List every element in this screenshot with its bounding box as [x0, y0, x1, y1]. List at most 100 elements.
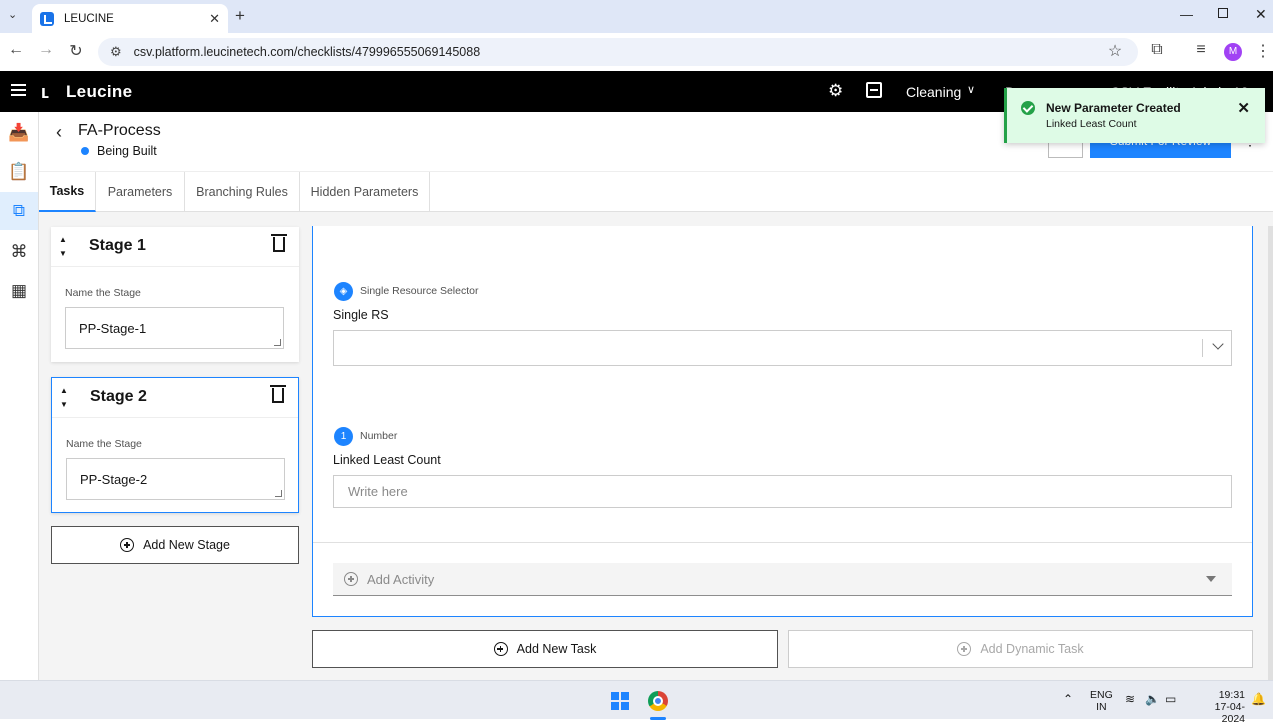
stage-name-input[interactable]: PP-Stage-1 — [65, 307, 284, 349]
select-divider — [1202, 339, 1203, 357]
browser-menu-icon[interactable]: ⋮ — [1252, 41, 1273, 61]
language-indicator[interactable]: ENG IN — [1090, 689, 1113, 713]
url-text: csv.platform.leucinetech.com/checklists/… — [133, 45, 481, 59]
add-new-task-label: Add New Task — [516, 642, 597, 656]
parameter-name: Linked Least Count — [333, 453, 441, 467]
add-circle-icon — [493, 642, 508, 656]
process-tabs: Tasks Parameters Branching Rules Hidden … — [39, 171, 1273, 212]
tab-parameters[interactable]: Parameters — [96, 172, 185, 212]
single-resource-select[interactable] — [333, 330, 1232, 366]
leucine-logo-icon: ʟ — [41, 82, 50, 102]
site-info-icon[interactable]: ⚙ — [110, 44, 122, 60]
battery-icon[interactable]: ▭ — [1165, 693, 1176, 705]
stage-card[interactable]: ▲ ▼ Stage 2 Name the Stage PP-Stage-2 — [51, 377, 299, 513]
success-toast: New Parameter Created Linked Least Count… — [1004, 88, 1265, 143]
parameter-type-label: Single Resource Selector — [360, 285, 479, 297]
stage-header: ▲ ▼ Stage 1 — [51, 227, 299, 267]
windows-start-icon[interactable] — [611, 692, 629, 710]
reload-icon[interactable]: ↻ — [65, 41, 87, 61]
settings-gear-icon[interactable]: ⚙ — [828, 81, 843, 101]
media-control-icon[interactable]: ≡ — [1190, 41, 1212, 59]
browser-tab-bar: ⌄ LEUCINE ✕ + — ✕ — [0, 0, 1273, 33]
tab-branching-rules[interactable]: Branching Rules — [185, 172, 300, 212]
back-chevron-icon[interactable]: ‹ — [56, 122, 62, 143]
clock-date: 17-04-2024 — [1214, 701, 1245, 725]
check-circle-icon — [1021, 101, 1035, 115]
stage-name-input[interactable]: PP-Stage-2 — [66, 458, 285, 500]
stage-header: ▲ ▼ Stage 2 — [52, 378, 298, 418]
close-tab-icon[interactable]: ✕ — [209, 11, 220, 27]
chevron-up-icon[interactable]: ⌃ — [1063, 693, 1073, 705]
clock-time: 19:31 — [1218, 689, 1245, 701]
restore-window-icon[interactable] — [1218, 8, 1228, 18]
bookmark-star-icon[interactable]: ☆ — [1104, 41, 1126, 61]
number-parameter-icon: 1 — [334, 427, 353, 446]
add-new-task-button[interactable]: Add New Task — [312, 630, 778, 668]
extensions-icon[interactable]: ⧉ — [1146, 41, 1168, 59]
stage-card[interactable]: ▲ ▼ Stage 1 Name the Stage PP-Stage-1 — [51, 227, 299, 362]
number-input[interactable]: Write here — [333, 475, 1232, 508]
chevron-down-icon[interactable]: ∨ — [967, 83, 975, 96]
page-title: FA-Process — [78, 122, 161, 139]
add-new-stage-label: Add New Stage — [143, 538, 230, 552]
parameter-type-label: Number — [360, 430, 398, 442]
status-badge: Being Built — [97, 144, 157, 158]
checklist-icon[interactable]: 📋 — [0, 153, 38, 191]
reorder-arrows-icon[interactable]: ▲ ▼ — [60, 384, 68, 412]
chevron-down-icon[interactable] — [1212, 338, 1224, 350]
browser-tab[interactable]: LEUCINE ✕ — [32, 4, 228, 33]
ontology-icon[interactable]: ▦ — [0, 272, 38, 310]
add-new-stage-button[interactable]: Add New Stage — [51, 526, 299, 564]
status-dot-icon — [81, 147, 89, 155]
caret-down-icon — [1206, 576, 1216, 582]
parameter-name: Single RS — [333, 308, 389, 322]
leucine-logo-text: Leucine — [66, 82, 133, 101]
stage-name: Stage 1 — [89, 237, 146, 254]
tab-hidden-parameters[interactable]: Hidden Parameters — [300, 172, 430, 212]
stage-name-label: Name the Stage — [66, 438, 142, 450]
minimize-window-icon[interactable]: — — [1180, 7, 1193, 22]
tab-list-chevron-icon[interactable]: ⌄ — [8, 8, 17, 21]
browser-address-bar: ← → ↻ ⚙ csv.platform.leucinetech.com/che… — [0, 33, 1273, 71]
wifi-icon[interactable]: ≋ — [1125, 693, 1135, 705]
delete-stage-icon[interactable] — [270, 385, 286, 403]
left-nav-rail: 📥 📋 ⧉ ⌘ ▦ — [0, 112, 39, 680]
stage-name-label: Name the Stage — [65, 287, 141, 299]
url-bar[interactable]: ⚙ csv.platform.leucinetech.com/checklist… — [98, 38, 1138, 66]
add-circle-icon — [957, 642, 972, 656]
close-window-icon[interactable]: ✕ — [1255, 6, 1267, 23]
toast-message: Linked Least Count — [1046, 118, 1137, 130]
os-taskbar: ⌃ ENG IN ≋ 🔈 ▭ 19:31 17-04-2024 🔔 — [0, 680, 1273, 725]
clock[interactable]: 19:31 17-04-2024 — [1193, 689, 1245, 725]
add-circle-icon — [120, 538, 135, 552]
add-activity-dropdown[interactable]: Add Activity — [333, 563, 1232, 596]
profile-avatar[interactable]: M — [1224, 43, 1242, 61]
tab-tasks[interactable]: Tasks — [39, 172, 96, 212]
inbox-icon[interactable]: 📥 — [0, 114, 38, 152]
leucine-favicon-icon — [40, 11, 54, 26]
language-code: ENG — [1090, 689, 1113, 701]
task-card: ◈ Single Resource Selector Single RS 1 N… — [312, 226, 1253, 617]
browser-tab-title: LEUCINE — [64, 12, 114, 25]
stage-name: Stage 2 — [90, 388, 147, 405]
close-icon[interactable]: ✕ — [1237, 99, 1250, 117]
add-dynamic-task-button[interactable]: Add Dynamic Task — [788, 630, 1253, 668]
volume-icon[interactable]: 🔈 — [1145, 693, 1160, 705]
page-scrollbar[interactable] — [1268, 226, 1273, 680]
reorder-arrows-icon[interactable]: ▲ ▼ — [59, 233, 67, 261]
forward-arrow-icon[interactable]: → — [35, 41, 57, 59]
delete-stage-icon[interactable] — [271, 234, 287, 252]
toast-title: New Parameter Created — [1046, 101, 1181, 115]
process-flow-icon[interactable]: ⧉ — [0, 192, 38, 230]
notification-bell-icon[interactable]: 🔔 — [1251, 693, 1266, 705]
org-chart-icon[interactable]: ⌘ — [0, 233, 38, 271]
region-code: IN — [1096, 701, 1107, 713]
resource-selector-icon: ◈ — [334, 282, 353, 301]
new-tab-button[interactable]: + — [235, 6, 245, 26]
scan-qr-icon[interactable] — [866, 82, 882, 98]
add-dynamic-task-label: Add Dynamic Task — [980, 642, 1084, 656]
chrome-app-icon[interactable] — [648, 691, 668, 711]
hamburger-menu-icon[interactable] — [11, 84, 26, 96]
back-arrow-icon[interactable]: ← — [5, 41, 27, 59]
facility-selector[interactable]: Cleaning — [906, 84, 961, 100]
